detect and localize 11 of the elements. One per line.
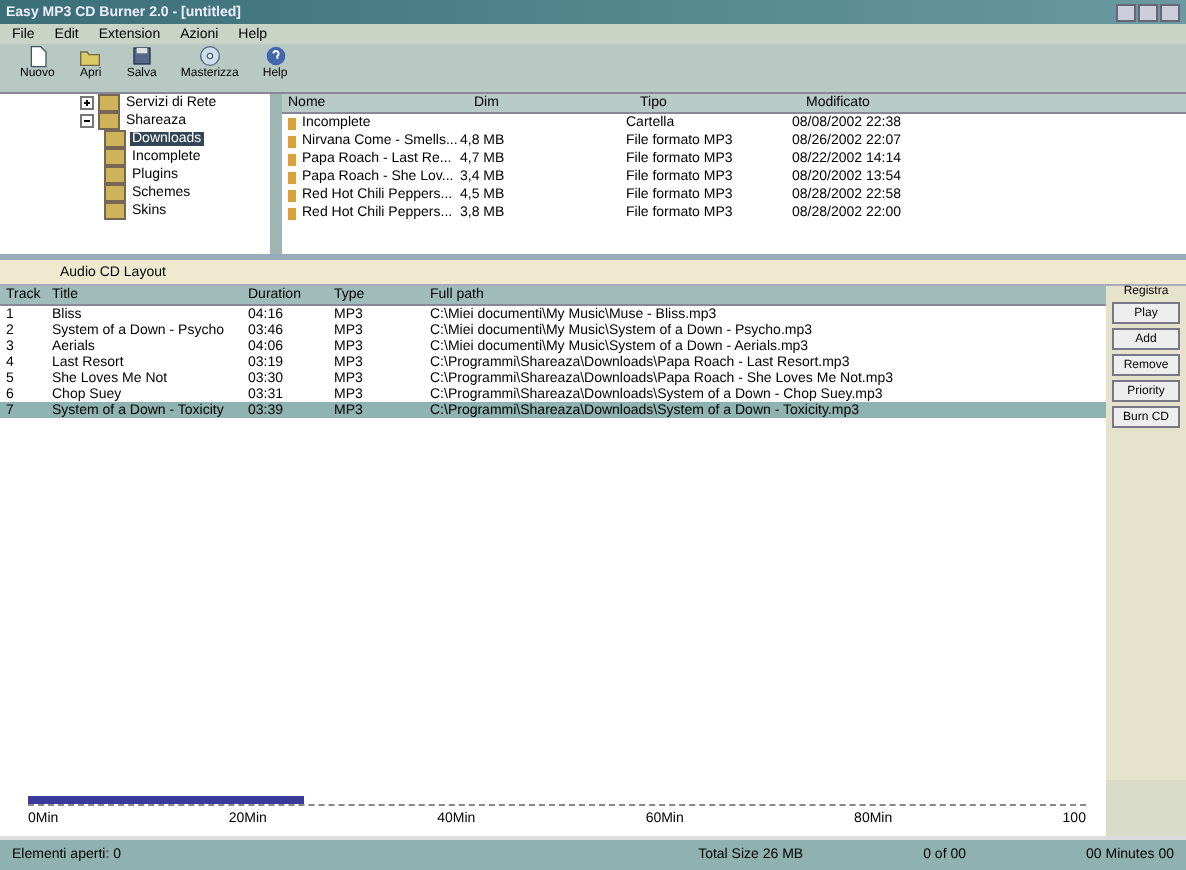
folder-icon bbox=[104, 130, 126, 148]
disc-icon bbox=[197, 44, 222, 68]
folder-icon bbox=[104, 166, 126, 184]
folder-icon bbox=[104, 184, 126, 202]
question-icon bbox=[263, 44, 288, 68]
collapse-icon[interactable] bbox=[80, 114, 94, 128]
expand-icon[interactable] bbox=[80, 96, 94, 110]
folder-icon bbox=[104, 148, 126, 166]
folder-icon bbox=[104, 202, 126, 220]
folder-icon bbox=[98, 112, 120, 130]
folder-icon bbox=[98, 94, 120, 112]
